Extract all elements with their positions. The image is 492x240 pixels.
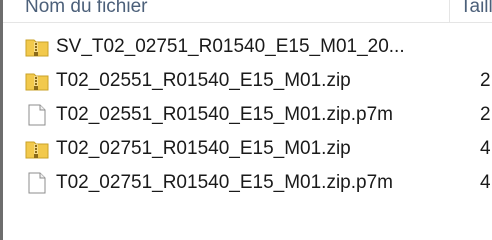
column-header: Nom du fichier Taille [3, 0, 492, 23]
file-list: SV_T02_02751_R01540_E15_M01_20... T02_02… [3, 30, 492, 200]
file-row[interactable]: T02_02551_R01540_E15_M01.zip.p7m 2 [3, 98, 492, 132]
file-name: T02_02751_R01540_E15_M01.zip.p7m [56, 172, 393, 193]
file-row[interactable]: SV_T02_02751_R01540_E15_M01_20... [3, 30, 492, 64]
column-header-size[interactable]: Taille [460, 0, 492, 21]
zip-folder-icon [25, 137, 49, 161]
file-row[interactable]: T02_02751_R01540_E15_M01.zip 4 [3, 132, 492, 166]
file-name: T02_02551_R01540_E15_M01.zip.p7m [56, 104, 393, 125]
file-row[interactable]: T02_02751_R01540_E15_M01.zip.p7m 4 [3, 166, 492, 200]
zip-folder-icon [25, 69, 49, 93]
file-row[interactable]: T02_02551_R01540_E15_M01.zip 2 [3, 64, 492, 98]
file-size: 2 [480, 70, 491, 91]
file-size: 4 [480, 138, 491, 159]
column-header-name[interactable]: Nom du fichier [25, 0, 432, 21]
file-size: 4 [480, 172, 491, 193]
blank-file-icon [25, 171, 49, 195]
file-name: T02_02551_R01540_E15_M01.zip [56, 70, 351, 91]
file-name: SV_T02_02751_R01540_E15_M01_20... [56, 36, 405, 57]
blank-file-icon [25, 103, 49, 127]
zip-folder-icon [25, 35, 49, 59]
column-separator[interactable] [449, 0, 450, 22]
file-size: 2 [480, 104, 491, 125]
file-name: T02_02751_R01540_E15_M01.zip [56, 138, 351, 159]
file-explorer-pane: Nom du fichier Taille SV_T02_02751_R0154… [0, 0, 492, 240]
